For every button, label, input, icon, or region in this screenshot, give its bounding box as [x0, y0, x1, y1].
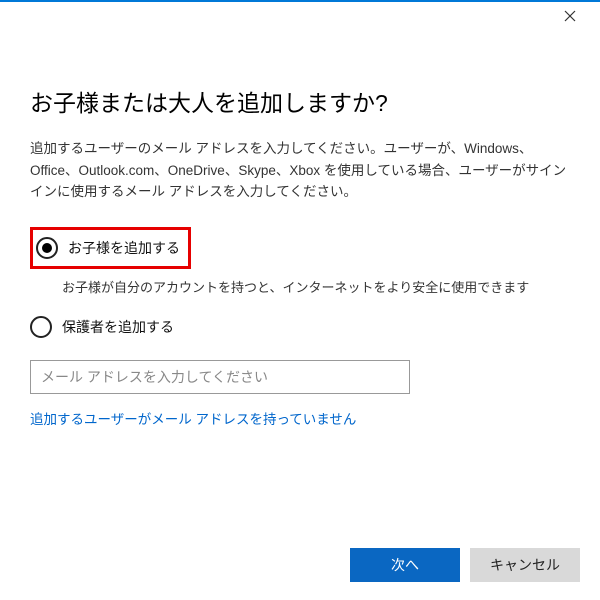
cancel-button[interactable]: キャンセル [470, 548, 580, 582]
next-button[interactable]: 次へ [350, 548, 460, 582]
titlebar [0, 0, 600, 30]
radio-icon [36, 237, 58, 259]
radio-dot-icon [42, 243, 52, 253]
email-field[interactable] [30, 360, 410, 394]
button-bar: 次へ キャンセル [350, 548, 580, 582]
account-type-group: お子様を追加する お子様が自分のアカウントを持つと、インターネットをより安全に使… [30, 227, 570, 342]
description-text: 追加するユーザーのメール アドレスを入力してください。ユーザーが、Windows… [30, 138, 570, 203]
radio-label-adult: 保護者を追加する [62, 317, 174, 337]
radio-label-child: お子様を追加する [68, 238, 180, 258]
close-icon [564, 10, 576, 22]
radio-add-child[interactable]: お子様を追加する [36, 233, 180, 263]
page-title: お子様または大人を追加しますか? [30, 84, 570, 118]
close-button[interactable] [550, 2, 590, 30]
radio-icon [30, 316, 52, 338]
no-email-link[interactable]: 追加するユーザーがメール アドレスを持っていません [30, 408, 570, 428]
child-hint-text: お子様が自分のアカウントを持つと、インターネットをより安全に使用できます [62, 277, 570, 296]
dialog-content: お子様または大人を追加しますか? 追加するユーザーのメール アドレスを入力してく… [0, 30, 600, 428]
highlight-box: お子様を追加する [30, 227, 191, 269]
radio-add-adult[interactable]: 保護者を追加する [30, 312, 570, 342]
